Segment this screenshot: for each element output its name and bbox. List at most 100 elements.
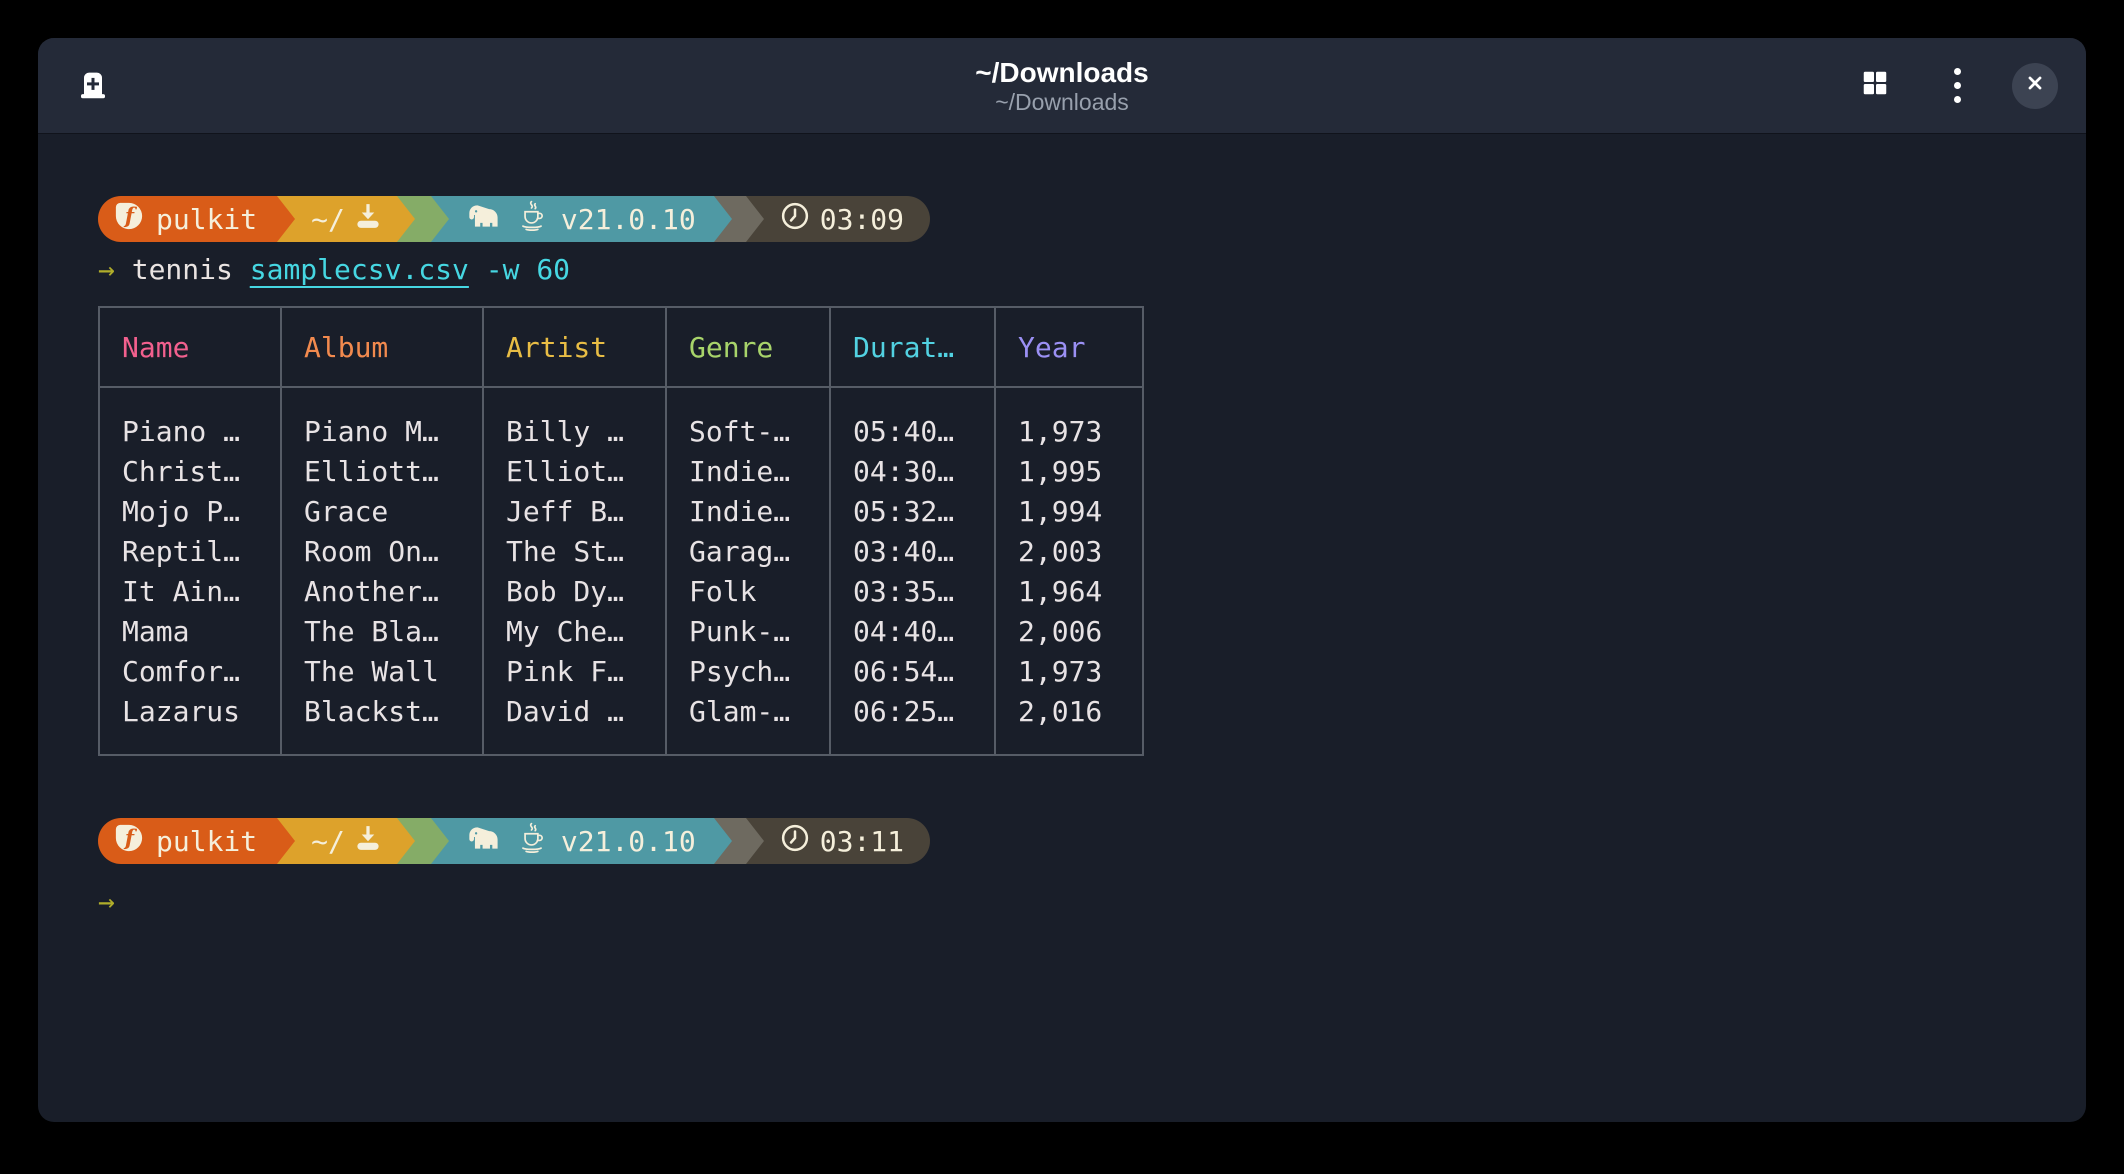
window-subtitle: ~/Downloads xyxy=(975,89,1148,116)
table-cell: Glam-… xyxy=(666,692,830,755)
gradle-elephant-icon xyxy=(467,202,503,237)
table-cell: Jeff B… xyxy=(483,492,666,532)
download-icon xyxy=(353,823,383,860)
table-cell: 1,995 xyxy=(995,452,1143,492)
results-table: NameAlbumArtistGenreDurat…Year Piano …Pi… xyxy=(98,306,1144,756)
table-row: It Ain…Another…Bob Dy…Folk03:35…1,964 xyxy=(99,572,1143,612)
new-tab-icon xyxy=(75,65,111,106)
table-cell: 1,964 xyxy=(995,572,1143,612)
terminal-window: ~/Downloads ~/Downloads xyxy=(38,38,2086,1122)
table-cell: Christ… xyxy=(99,452,281,492)
table-cell: Room On… xyxy=(281,532,483,572)
table-cell: Elliott… xyxy=(281,452,483,492)
table-cell: 04:40… xyxy=(830,612,995,652)
column-header: Artist xyxy=(483,307,666,387)
table-header-row: NameAlbumArtistGenreDurat…Year xyxy=(99,307,1143,387)
table-cell: 1,973 xyxy=(995,652,1143,692)
header-controls xyxy=(1848,59,2058,113)
command-flags: -w 60 xyxy=(486,253,570,286)
close-icon xyxy=(2024,72,2046,99)
table-row: Reptil…Room On…The St…Garag…03:40…2,003 xyxy=(99,532,1143,572)
prompt-segment-java: v21.0.10 xyxy=(431,196,714,242)
table-row: Mojo P…GraceJeff B…Indie…05:32…1,994 xyxy=(99,492,1143,532)
table-cell: Another… xyxy=(281,572,483,612)
table-row: MamaThe Bla…My Che…Punk-…04:40…2,006 xyxy=(99,612,1143,652)
table-cell: 2,006 xyxy=(995,612,1143,652)
tab-overview-button[interactable] xyxy=(1848,59,1902,113)
fedora-icon: f xyxy=(114,823,144,860)
table-cell: 1,994 xyxy=(995,492,1143,532)
table-cell: 05:40… xyxy=(830,387,995,452)
command-program: tennis xyxy=(132,253,233,286)
terminal-viewport[interactable]: f pulkit ~/ xyxy=(38,134,2086,1122)
table-cell: Reptil… xyxy=(99,532,281,572)
table-cell: Punk-… xyxy=(666,612,830,652)
close-button[interactable] xyxy=(2012,63,2058,109)
clock-icon xyxy=(780,823,810,860)
prompt-segment-user: f pulkit xyxy=(98,196,277,242)
table-cell: 2,003 xyxy=(995,532,1143,572)
table-cell: The St… xyxy=(483,532,666,572)
column-header: Durat… xyxy=(830,307,995,387)
table-cell: Blackst… xyxy=(281,692,483,755)
table-row: LazarusBlackst…David …Glam-…06:25…2,016 xyxy=(99,692,1143,755)
table-cell: 06:54… xyxy=(830,652,995,692)
prompt-segment-time: 03:09 xyxy=(746,196,930,242)
prompt-arrow: → xyxy=(98,885,115,918)
table-cell: My Che… xyxy=(483,612,666,652)
table-cell: 1,973 xyxy=(995,387,1143,452)
table-cell: Soft-… xyxy=(666,387,830,452)
kebab-menu-icon xyxy=(1948,62,1967,109)
title-block: ~/Downloads ~/Downloads xyxy=(975,56,1148,116)
column-header: Album xyxy=(281,307,483,387)
table-cell: Billy … xyxy=(483,387,666,452)
column-header: Name xyxy=(99,307,281,387)
java-version-text: v21.0.10 xyxy=(561,203,696,236)
table-cell: 03:40… xyxy=(830,532,995,572)
table-cell: Garag… xyxy=(666,532,830,572)
grid-icon xyxy=(1860,68,1890,103)
prompt-segment-user: f pulkit xyxy=(98,818,277,864)
table-cell: Mama xyxy=(99,612,281,652)
prompt-time-text: 03:11 xyxy=(820,825,904,858)
prompt-dir-text: ~/ xyxy=(311,825,345,858)
table-cell: Psych… xyxy=(666,652,830,692)
table-cell: 2,016 xyxy=(995,692,1143,755)
table-cell: Indie… xyxy=(666,452,830,492)
java-icon xyxy=(518,200,546,239)
table-cell: 05:32… xyxy=(830,492,995,532)
table-cell: Elliot… xyxy=(483,452,666,492)
fedora-icon: f xyxy=(114,201,144,238)
table-cell: Comfor… xyxy=(99,652,281,692)
column-header: Year xyxy=(995,307,1143,387)
prompt-bar-1: f pulkit ~/ xyxy=(98,196,930,242)
table-cell: Pink F… xyxy=(483,652,666,692)
table-cell: Mojo P… xyxy=(99,492,281,532)
table-cell: Folk xyxy=(666,572,830,612)
prompt-user-text: pulkit xyxy=(156,825,257,858)
window-title: ~/Downloads xyxy=(975,56,1148,89)
command-file-link[interactable]: samplecsv.csv xyxy=(250,253,469,286)
table-cell: 04:30… xyxy=(830,452,995,492)
table-row: Christ…Elliott…Elliot…Indie…04:30…1,995 xyxy=(99,452,1143,492)
table-cell: Piano M… xyxy=(281,387,483,452)
table-cell: Piano … xyxy=(99,387,281,452)
new-tab-button[interactable] xyxy=(66,59,120,113)
table-cell: 03:35… xyxy=(830,572,995,612)
java-version-text: v21.0.10 xyxy=(561,825,696,858)
table-row: Piano …Piano M…Billy …Soft-…05:40…1,973 xyxy=(99,387,1143,452)
current-prompt-line: → xyxy=(98,880,2026,924)
table-cell: The Wall xyxy=(281,652,483,692)
table-row: Comfor…The WallPink F…Psych…06:54…1,973 xyxy=(99,652,1143,692)
gradle-elephant-icon xyxy=(467,824,503,859)
prompt-arrow: → xyxy=(98,253,115,286)
table-cell: David … xyxy=(483,692,666,755)
menu-button[interactable] xyxy=(1930,59,1984,113)
table-body: Piano …Piano M…Billy …Soft-…05:40…1,973C… xyxy=(99,387,1143,755)
prompt-bar-2: f pulkit ~/ xyxy=(98,818,930,864)
table-cell: Indie… xyxy=(666,492,830,532)
column-header: Genre xyxy=(666,307,830,387)
table-cell: Grace xyxy=(281,492,483,532)
java-icon xyxy=(518,822,546,861)
table-cell: Lazarus xyxy=(99,692,281,755)
